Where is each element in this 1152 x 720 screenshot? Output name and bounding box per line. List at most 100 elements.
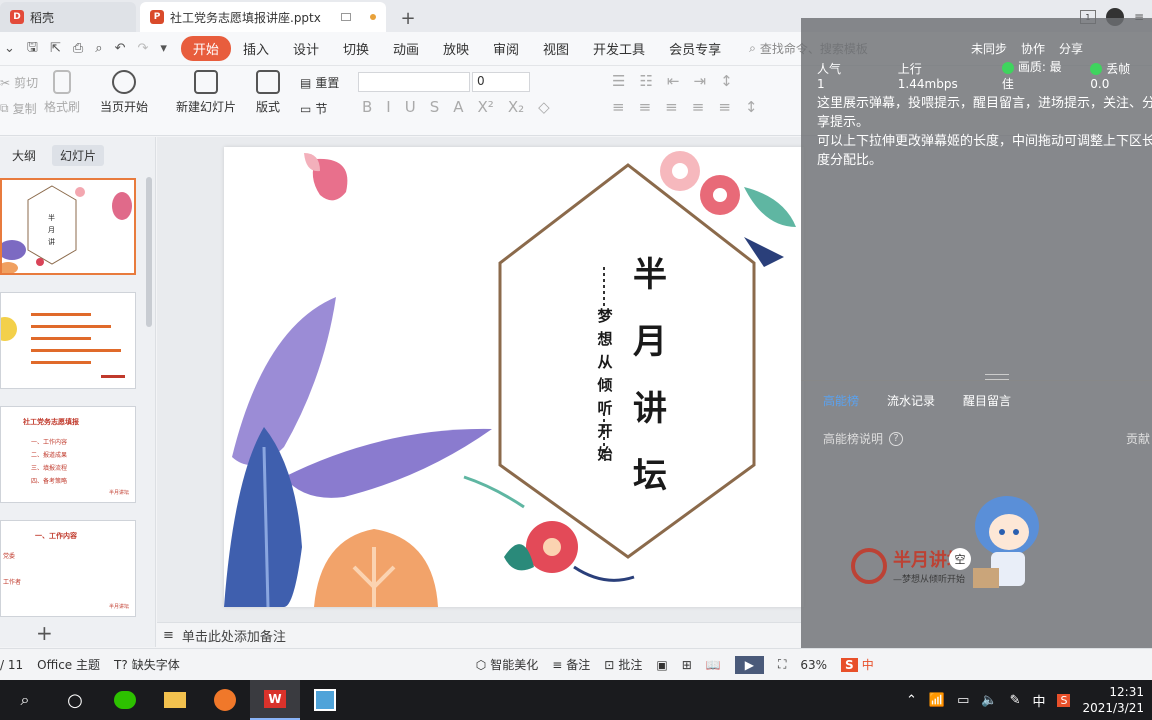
help-icon: ? <box>889 431 904 446</box>
network-icon[interactable]: 📶 <box>929 693 945 708</box>
file-explorer-icon[interactable] <box>150 680 200 720</box>
menu-slideshow[interactable]: 放映 <box>431 36 481 61</box>
undo-icon[interactable]: ↶ <box>115 41 126 56</box>
notes-bar[interactable]: ≡ 单击此处添加备注 <box>157 622 801 648</box>
menu-review[interactable]: 审阅 <box>481 36 531 61</box>
section-button[interactable]: ▭ 节 <box>300 100 327 117</box>
justify-icon[interactable]: ≡ <box>692 98 705 116</box>
pen-icon[interactable]: ✎ <box>1010 693 1021 708</box>
comment-toggle[interactable]: ⊡ 批注 <box>604 656 642 673</box>
menu-design[interactable]: 设计 <box>281 36 331 61</box>
strikethrough-icon[interactable]: S <box>430 98 440 116</box>
save-icon[interactable]: 🖫 <box>27 38 38 60</box>
firefox-icon[interactable] <box>200 680 250 720</box>
battery-icon[interactable]: ▭ <box>957 693 969 708</box>
underline-icon[interactable]: U <box>405 98 416 116</box>
dropdown-icon[interactable]: ▾ <box>160 41 167 56</box>
not-synced-label[interactable]: 未同步 <box>971 40 1007 57</box>
chevron-up-icon[interactable]: ⌃ <box>906 693 917 708</box>
font-size-select[interactable]: 0 <box>472 72 530 92</box>
slide-main[interactable]: 半 月 讲 坛 梦 想 从 倾 听 开 始 <box>224 147 804 607</box>
slide-thumbnail-3[interactable]: 社工党务志愿填报 一、工作内容 二、报道成果 三、填报流程 四、备考策略 半月讲… <box>0 406 136 503</box>
font-color-icon[interactable]: A <box>453 98 463 116</box>
subtitle-char: 梦 <box>597 307 613 325</box>
slide-thumbnail-4[interactable]: 一、工作内容 党委 工作者 半月讲坛 <box>0 520 136 617</box>
tab-high-energy[interactable]: 高能榜 <box>823 392 859 409</box>
italic-icon[interactable]: I <box>386 98 390 116</box>
slide-thumbnail-2[interactable] <box>0 292 136 389</box>
play-current-button[interactable]: 当页开始 <box>100 70 148 115</box>
tab-outline[interactable]: 大纲 <box>4 145 44 166</box>
indent-icon[interactable]: ⇤ <box>667 72 680 90</box>
new-tab-button[interactable]: + <box>394 4 422 32</box>
copy-button[interactable]: ⧉ 复制 <box>0 100 37 117</box>
beautify-button[interactable]: ⬡ 智能美化 <box>476 656 539 673</box>
tab-daoke[interactable]: D 稻壳 <box>0 2 136 32</box>
outdent-icon[interactable]: ⇥ <box>693 72 706 90</box>
align-right-icon[interactable]: ≡ <box>665 98 678 116</box>
window-icon[interactable] <box>340 13 351 21</box>
menu-transition[interactable]: 切换 <box>331 36 381 61</box>
panel-scrollbar[interactable] <box>146 177 152 327</box>
menu-animation[interactable]: 动画 <box>381 36 431 61</box>
missing-font-button[interactable]: T? 缺失字体 <box>114 656 180 673</box>
add-slide-button[interactable]: + <box>36 621 53 645</box>
distribute-icon[interactable]: ≡ <box>718 98 731 116</box>
clear-format-icon[interactable]: ◇ <box>538 98 550 116</box>
play-slideshow-button[interactable]: ▶ <box>734 655 764 674</box>
fit-window-icon[interactable]: ⛶ <box>778 657 786 672</box>
align-center-icon[interactable]: ≡ <box>639 98 652 116</box>
task-view-icon[interactable]: ○ <box>50 680 100 720</box>
title-char: 月 <box>633 322 667 362</box>
menu-start[interactable]: 开始 <box>180 36 231 61</box>
direction-icon[interactable]: ↕ <box>720 72 733 90</box>
high-energy-help[interactable]: 高能榜说明 ? <box>823 430 904 447</box>
preview-icon[interactable]: ⌕ <box>95 41 102 56</box>
thumb-3-title: 社工党务志愿填报 <box>23 418 79 426</box>
obs-icon[interactable] <box>300 680 350 720</box>
format-buttons: B I U S A X² X₂ ◇ <box>362 98 550 116</box>
superscript-icon[interactable]: X² <box>478 98 494 116</box>
cut-button[interactable]: ✂ 剪切 <box>0 74 38 91</box>
redo-icon[interactable]: ↷ <box>137 41 148 56</box>
menu-insert[interactable]: 插入 <box>231 36 281 61</box>
volume-icon[interactable]: 🔈 <box>981 693 997 708</box>
sogou-ime[interactable]: S中 <box>841 656 874 673</box>
new-slide-button[interactable]: 新建幻灯片 <box>176 70 236 115</box>
clock[interactable]: 12:31 2021/3/21 <box>1082 684 1144 716</box>
wps-icon[interactable]: W <box>250 680 300 720</box>
menu-member[interactable]: 会员专享 <box>657 36 733 61</box>
wechat-icon[interactable] <box>100 680 150 720</box>
line-spacing-icon[interactable]: ↕ <box>745 98 758 116</box>
subscript-icon[interactable]: X₂ <box>508 98 524 116</box>
tab-highlight-msg[interactable]: 醒目留言 <box>963 392 1011 409</box>
print-icon[interactable]: ⎙ <box>73 41 83 56</box>
view-normal-icon[interactable]: ▣ <box>656 658 667 672</box>
format-painter-button[interactable]: 格式刷 <box>44 70 80 115</box>
theme-name[interactable]: Office 主题 <box>37 656 100 673</box>
notes-toggle[interactable]: ≡ 备注 <box>552 656 590 673</box>
share-label[interactable]: 分享 <box>1059 40 1083 57</box>
menu-view[interactable]: 视图 <box>531 36 581 61</box>
view-reading-icon[interactable]: 📖 <box>706 658 721 672</box>
taskbar-ime[interactable]: 中 <box>1032 691 1045 710</box>
reset-button[interactable]: ▤ 重置 <box>300 74 339 91</box>
tab-slides[interactable]: 幻灯片 <box>52 145 105 166</box>
number-list-icon[interactable]: ☷ <box>639 72 652 90</box>
export-icon[interactable]: ⇱ <box>50 41 61 56</box>
tab-pptx-file[interactable]: P 社工党务志愿填报讲座.pptx <box>140 2 386 32</box>
collab-label[interactable]: 协作 <box>1021 40 1045 57</box>
menu-developer[interactable]: 开发工具 <box>581 36 657 61</box>
view-sorter-icon[interactable]: ⊞ <box>682 658 692 672</box>
tab-flow-record[interactable]: 流水记录 <box>887 392 935 409</box>
zoom-level[interactable]: 63% <box>800 658 827 672</box>
sogou-tray-icon[interactable]: S <box>1057 693 1071 707</box>
font-family-select[interactable] <box>358 72 470 92</box>
bullet-list-icon[interactable]: ☰ <box>612 72 625 90</box>
align-left-icon[interactable]: ≡ <box>612 98 625 116</box>
slide-thumbnail-1[interactable]: 半 月 讲 <box>0 178 136 275</box>
search-icon[interactable]: ⌕ <box>0 680 50 720</box>
chevron-down-icon[interactable]: ⌄ <box>4 41 15 56</box>
bold-icon[interactable]: B <box>362 98 372 116</box>
layout-button[interactable]: 版式 <box>256 70 280 115</box>
